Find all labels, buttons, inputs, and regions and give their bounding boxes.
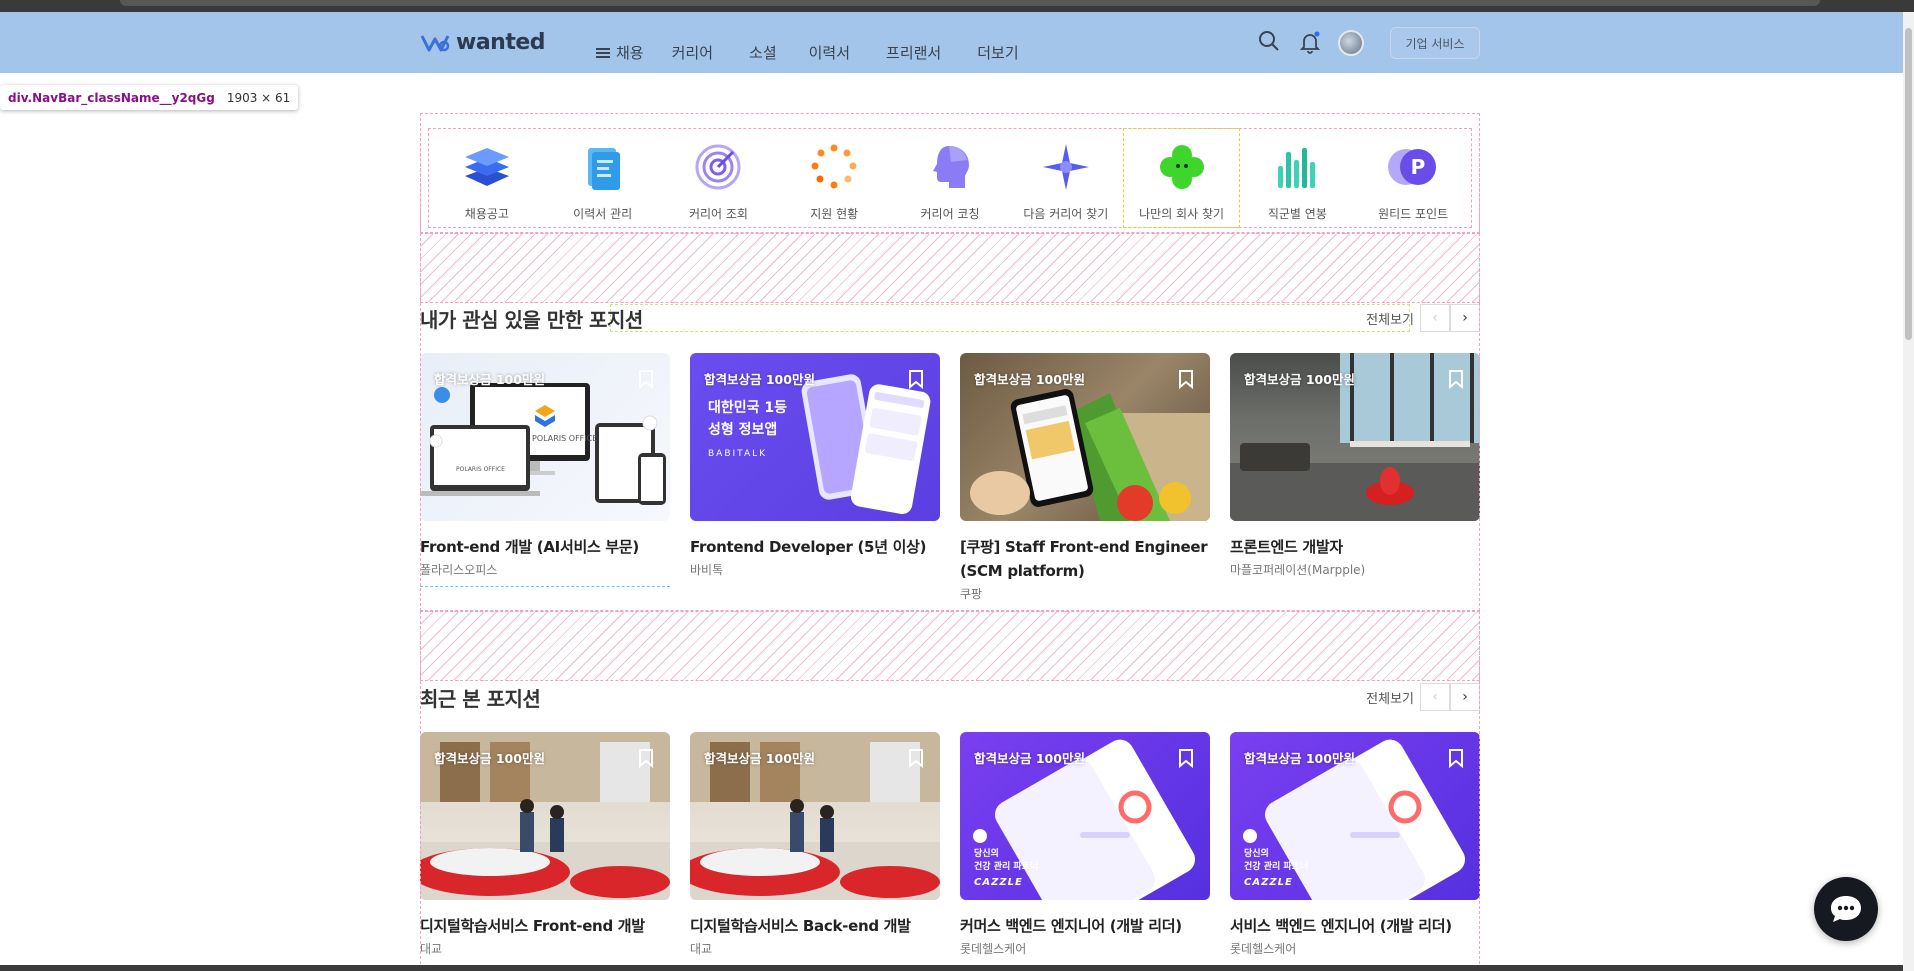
menu-item-resume[interactable]: 이력서 (809, 42, 850, 63)
wanted-logo-icon (420, 34, 450, 51)
user-avatar[interactable] (1338, 30, 1364, 56)
page-scrollbar[interactable] (1903, 12, 1914, 971)
devtools-inspect-tooltip: div.NavBar_className__y2qGg 1903 × 61 (0, 85, 299, 110)
menu-item-jobs[interactable]: 채용 (596, 42, 644, 63)
tooltip-element-size: 1903 × 61 (226, 90, 291, 105)
business-service-button[interactable]: 기업 서비스 (1390, 27, 1480, 59)
wanted-logo[interactable]: wanted (420, 30, 546, 55)
scrollbar-thumb[interactable] (1905, 28, 1912, 340)
search-icon[interactable] (1258, 30, 1280, 52)
chat-bubble-icon (1831, 896, 1861, 922)
menu-item-social[interactable]: 소셜 (749, 42, 777, 63)
menu-item-more[interactable]: 더보기 (977, 42, 1018, 63)
chat-button[interactable] (1814, 877, 1878, 941)
tooltip-element-name: div.NavBar_className__y2qGg (8, 90, 215, 105)
bell-icon[interactable] (1298, 30, 1322, 54)
logo-wordmark: wanted (456, 30, 546, 55)
browser-viewport: wanted 채용 커리어 소셜 이력서 프리랜서 더보기 기업 서비스 div… (0, 0, 1914, 971)
menu-item-career[interactable]: 커리어 (672, 42, 713, 63)
menu-item-freelancer[interactable]: 프리랜서 (886, 42, 941, 63)
browser-top-strip (0, 0, 1914, 12)
main-menu: 채용 커리어 소셜 이력서 프리랜서 더보기 (596, 42, 1019, 63)
section-outline (420, 611, 1480, 969)
section-outline (420, 113, 1480, 611)
browser-bottom-strip (0, 965, 1903, 971)
hamburger-icon (596, 51, 610, 54)
